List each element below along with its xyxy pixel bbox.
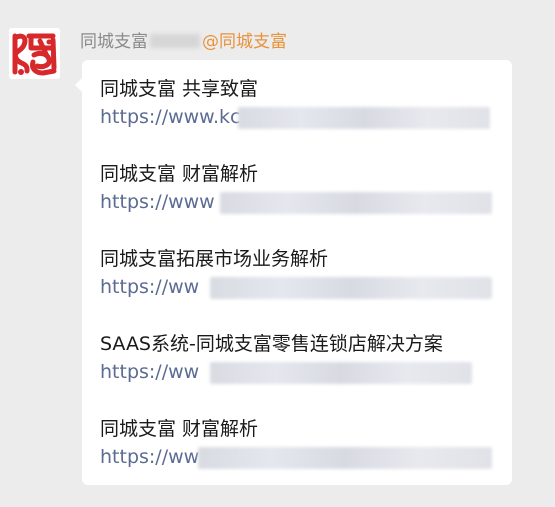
entry-link[interactable]: https://www — [100, 188, 510, 216]
redacted-link-region — [220, 192, 492, 214]
entry-title: SAAS系统-同城支富零售连锁店解决方案 — [100, 333, 443, 355]
entry-link-text[interactable]: https://ww — [100, 446, 199, 468]
message-entry: 同城支富拓展市场业务解析 https://ww — [100, 245, 510, 301]
message-entry: 同城支富 财富解析 https://www — [100, 160, 510, 216]
mention-tag[interactable]: @同城支富 — [202, 32, 287, 52]
avatar[interactable] — [9, 28, 60, 79]
entry-link[interactable]: https://www.kc — [100, 103, 510, 131]
entry-link-text[interactable]: https://ww — [100, 361, 199, 383]
message-bubble: 同城支富 共享致富 https://www.kc 同城支富 财富解析 https… — [75, 60, 512, 485]
message-entry: SAAS系统-同城支富零售连锁店解决方案 https://ww — [100, 330, 510, 386]
sender-line: 同城支富 @同城支富 — [80, 30, 287, 54]
entry-title: 同城支富 财富解析 — [100, 418, 259, 440]
entry-link[interactable]: https://ww — [100, 273, 510, 301]
seal-logo-icon — [9, 28, 60, 79]
message-entry: 同城支富 共享致富 https://www.kc — [100, 75, 510, 131]
redacted-link-region — [210, 277, 492, 299]
entry-title: 同城支富拓展市场业务解析 — [100, 248, 329, 270]
entry-link[interactable]: https://ww — [100, 443, 510, 471]
redacted-sender-region — [150, 34, 200, 48]
message-entry: 同城支富 财富解析 https://ww — [100, 415, 510, 471]
entry-title: 同城支富 财富解析 — [100, 163, 259, 185]
entry-link-text[interactable]: https://ww — [100, 276, 199, 298]
entry-link[interactable]: https://ww — [100, 358, 510, 386]
entry-link-text[interactable]: https://www — [100, 191, 215, 213]
entry-link-text[interactable]: https://www.kc — [100, 106, 240, 128]
entry-title: 同城支富 共享致富 — [100, 78, 259, 100]
redacted-link-region — [198, 447, 492, 469]
sender-name: 同城支富 — [80, 32, 148, 52]
redacted-link-region — [210, 362, 472, 384]
bubble-tail — [75, 78, 82, 92]
chat-area: 同城支富 @同城支富 同城支富 共享致富 https://www.kc 同城支富 … — [0, 0, 555, 507]
redacted-link-region — [238, 107, 490, 129]
